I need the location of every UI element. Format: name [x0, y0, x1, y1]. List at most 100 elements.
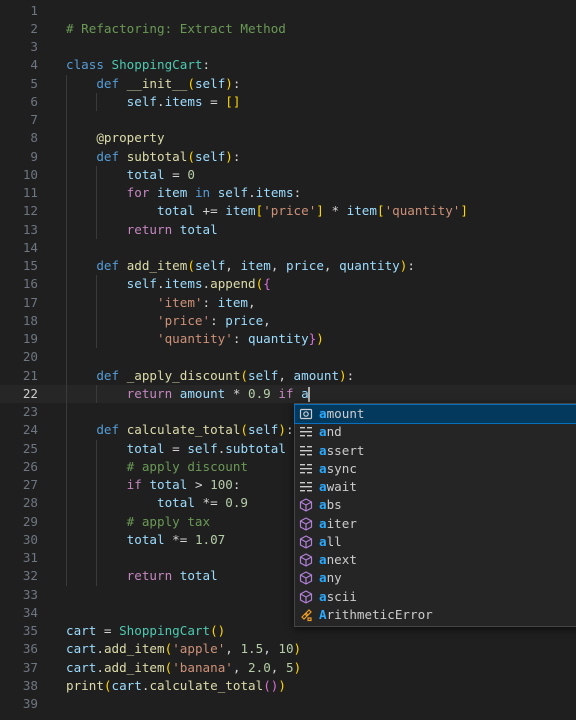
function-cube-icon [299, 589, 313, 604]
line-number: 38 [22, 677, 38, 693]
autocomplete-suggestion-widget[interactable]: amount and assert async await abs aiter all anex… [294, 403, 576, 627]
code-token: ) [293, 659, 302, 675]
suggestion-item[interactable]: amount [294, 403, 576, 425]
code-line[interactable]: 12 total += item['price'] * item['quanti… [0, 202, 576, 220]
code-line[interactable]: 13 return total [0, 221, 576, 239]
suggestion-item[interactable]: ascii [295, 588, 576, 606]
code-line[interactable]: 1 [0, 2, 576, 20]
code-line[interactable]: 18 'price': price, [0, 312, 576, 330]
class-icon [299, 608, 313, 622]
code-token: if [278, 385, 294, 401]
line-number: 34 [22, 604, 38, 620]
line-number: 20 [22, 349, 38, 365]
code-token: total [126, 531, 165, 547]
code-line[interactable]: 4 class ShoppingCart: [0, 56, 576, 74]
code-line[interactable]: 8 @property [0, 129, 576, 147]
code-line[interactable]: 3 [0, 38, 576, 56]
code-line[interactable]: 21 def _apply_discount(self, amount): [0, 367, 576, 385]
line-number: 13 [22, 221, 38, 237]
suggestion-label: await [319, 479, 357, 494]
code-token: self [248, 367, 279, 383]
code-token: 'banana' [172, 659, 233, 675]
suggestion-item[interactable]: abs [295, 496, 576, 514]
suggestion-item[interactable]: async [295, 460, 576, 478]
code-line[interactable]: 11 for item in self.items: [0, 184, 576, 202]
code-line[interactable]: 37 cart.add_item('banana', 2.0, 5) [0, 659, 576, 677]
code-line[interactable]: 36 cart.add_item('apple', 1.5, 10) [0, 640, 576, 658]
code-token: = [96, 623, 120, 638]
code-line[interactable]: 39 [0, 695, 576, 713]
code-line[interactable]: 19 'quantity': quantity}) [0, 330, 576, 348]
code-line[interactable]: 9 def subtotal(self): [0, 148, 576, 166]
code-token: items [164, 93, 203, 109]
code-token: in [194, 185, 211, 200]
code-token: ) [278, 422, 286, 438]
code-line[interactable]: 15 def add_item(self, item, price, quant… [0, 257, 576, 275]
code-line[interactable]: 2 # Refactoring: Extract Method [0, 20, 576, 38]
code-token: ) [225, 148, 233, 164]
code-token: 'apple' [172, 641, 226, 657]
code-token: cart [66, 623, 97, 638]
code-text: 'quantity': quantity}) [66, 330, 324, 348]
code-line[interactable]: 10 total = 0 [0, 166, 576, 184]
line-number: 39 [22, 696, 38, 711]
code-line[interactable]: 22 return amount * 0.9 if a [0, 384, 576, 403]
code-token: def [96, 422, 120, 438]
code-line[interactable]: 16 self.items.append({ [0, 275, 576, 293]
code-line[interactable]: 38 print(cart.calculate_total()) [0, 677, 576, 695]
line-number: 14 [22, 239, 38, 255]
suggestion-item[interactable]: any [295, 569, 576, 587]
code-token: cart [66, 659, 97, 675]
code-token: 100 [210, 477, 233, 492]
code-token: 1.07 [194, 531, 226, 547]
line-number: 9 [30, 148, 38, 164]
suggestion-item[interactable]: and [295, 423, 576, 441]
code-token: , [225, 258, 241, 273]
code-line[interactable]: 7 [0, 111, 576, 129]
code-token: : [232, 331, 248, 346]
code-token: if [126, 477, 142, 492]
suggestion-item[interactable]: assert [295, 442, 576, 460]
line-number: 27 [22, 477, 38, 492]
suggestion-label: any [319, 570, 342, 586]
suggestion-item[interactable]: anext [295, 551, 576, 569]
code-line[interactable]: 5 def __init__(self): [0, 75, 576, 93]
code-line[interactable]: 6 self.items = [] [0, 93, 576, 111]
line-number: 29 [22, 513, 38, 529]
code-token: [ [376, 203, 385, 219]
code-token: __init__ [126, 75, 188, 91]
code-token: self [187, 440, 218, 456]
suggestion-item[interactable]: ArithmeticError [295, 606, 576, 624]
function-cube-icon [299, 535, 313, 549]
code-text: if total > 100: [66, 476, 241, 494]
line-number: 24 [22, 422, 38, 438]
code-line[interactable]: 14 [0, 239, 576, 257]
code-line[interactable]: 20 [0, 348, 576, 366]
indent-guide [66, 74, 67, 586]
suggestion-item[interactable]: await [295, 478, 576, 496]
suggestion-item[interactable]: aiter [295, 515, 576, 533]
code-token: # apply tax [126, 513, 211, 529]
indent-guide [96, 92, 98, 111]
suggestion-label: amount [319, 406, 365, 421]
line-number: 11 [22, 185, 38, 200]
suggestion-label: async [319, 460, 357, 476]
code-token: class [66, 57, 104, 73]
code-line[interactable]: 17 'item': item, [0, 294, 576, 312]
code-token: return [126, 385, 173, 401]
code-token: , [263, 641, 279, 657]
code-token: *= [194, 495, 226, 511]
suggestion-label: and [319, 424, 342, 440]
code-token: : [210, 312, 226, 328]
code-token: : [285, 422, 294, 438]
suggestion-item[interactable]: all [295, 533, 576, 551]
line-number: 25 [22, 440, 38, 456]
code-text: total = 0 [66, 166, 195, 184]
code-token: [] [225, 93, 241, 109]
keyword-icon [299, 462, 313, 476]
line-number: 15 [22, 258, 38, 273]
